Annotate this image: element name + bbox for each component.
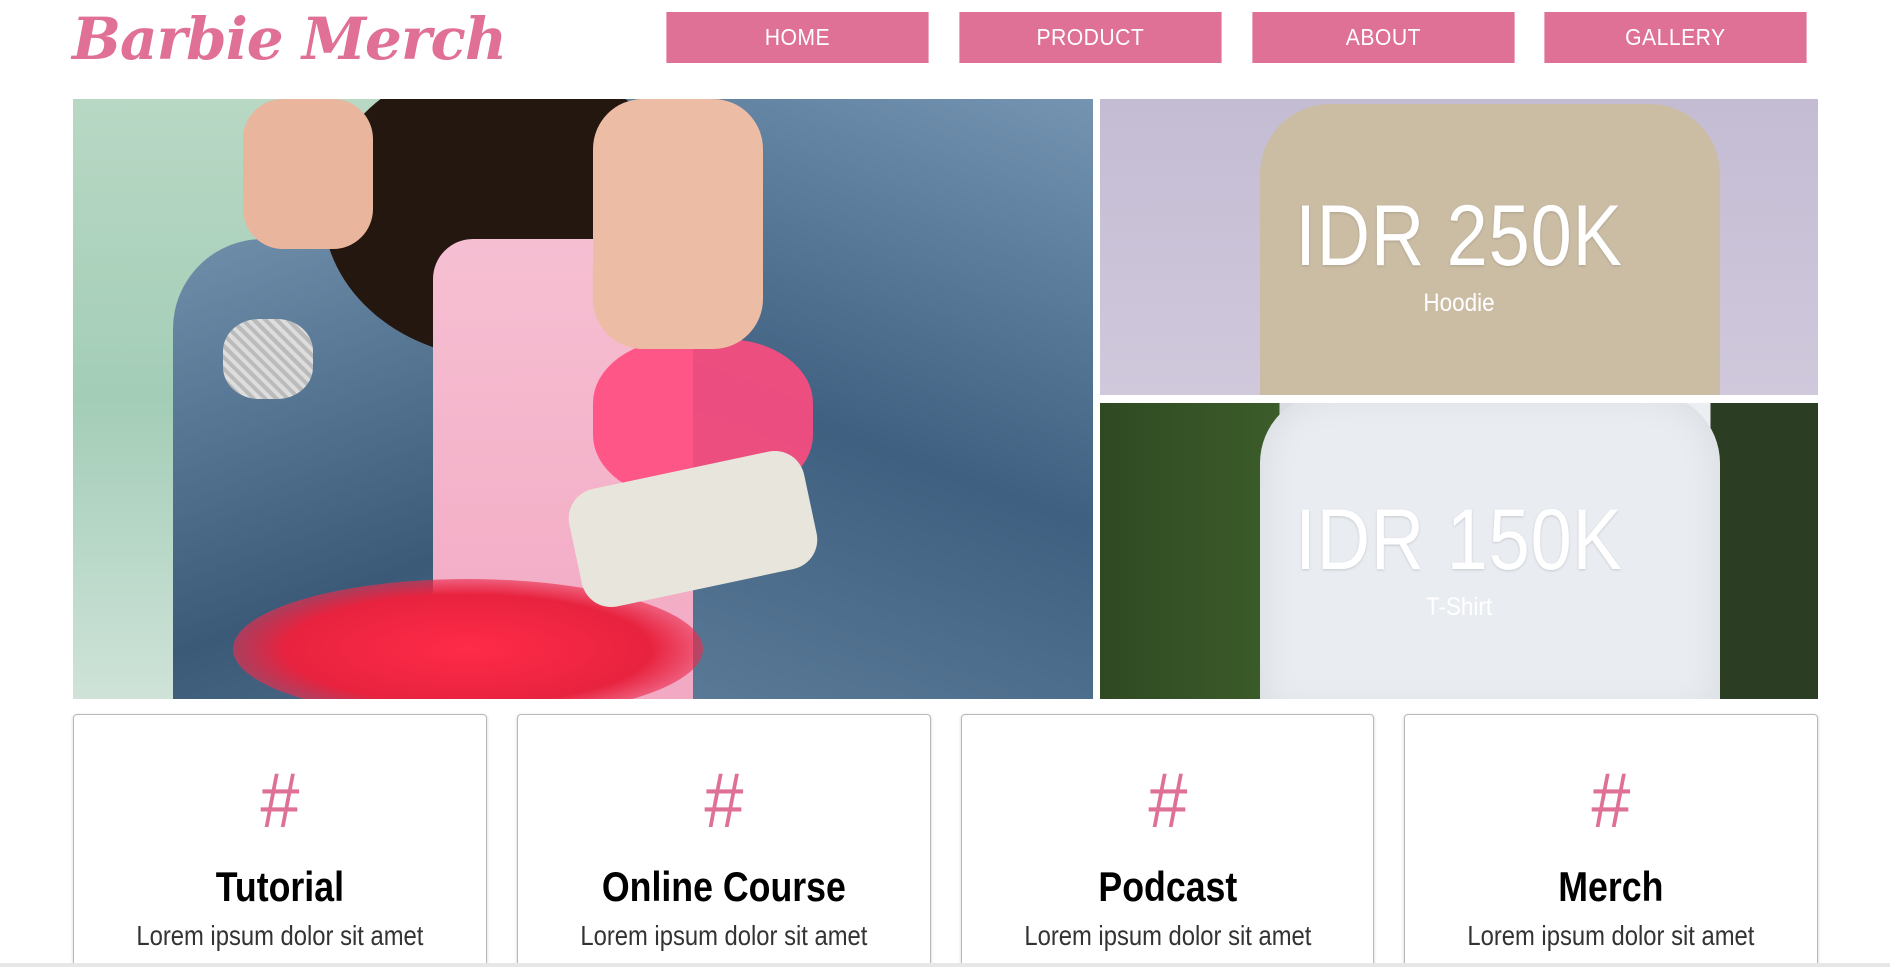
product-card-tshirt[interactable]: IDR 150K T-Shirt	[1100, 403, 1818, 699]
feature-card-merch[interactable]: # Merch Lorem ipsum dolor sit amet	[1404, 714, 1818, 967]
feature-description: Lorem ipsum dolor sit amet	[136, 920, 424, 951]
hero-image	[73, 99, 1093, 699]
nav-gallery-label: GALLERY	[1625, 24, 1726, 50]
feature-title: Tutorial	[215, 863, 344, 910]
brand-logo[interactable]: Barbie Merch	[72, 4, 507, 74]
feature-description: Lorem ipsum dolor sit amet	[1023, 920, 1311, 951]
product-card-hoodie[interactable]: IDR 250K Hoodie	[1100, 99, 1818, 395]
product-name: Hoodie	[1423, 289, 1495, 317]
feature-title: Merch	[1558, 863, 1664, 910]
main-navigation: HOME PRODUCT ABOUT GALLERY	[655, 12, 1818, 63]
feature-description: Lorem ipsum dolor sit amet	[1467, 920, 1755, 951]
hash-icon: #	[1147, 756, 1187, 844]
nav-home-label: HOME	[764, 24, 831, 50]
hash-icon: #	[1591, 756, 1631, 844]
horizontal-scrollbar[interactable]	[0, 963, 1890, 967]
hash-icon: #	[260, 756, 300, 844]
feature-cards: # Tutorial Lorem ipsum dolor sit amet # …	[73, 714, 1818, 967]
feature-title: Online Course	[601, 863, 846, 910]
nav-product-label: PRODUCT	[1036, 24, 1145, 50]
feature-card-tutorial[interactable]: # Tutorial Lorem ipsum dolor sit amet	[73, 714, 487, 967]
nav-about-button[interactable]: ABOUT	[1251, 12, 1514, 63]
feature-description: Lorem ipsum dolor sit amet	[580, 920, 868, 951]
product-price: IDR 250K	[1295, 188, 1623, 284]
nav-home-button[interactable]: HOME	[666, 12, 929, 63]
feature-title: Podcast	[1097, 863, 1237, 910]
product-price: IDR 150K	[1295, 492, 1623, 588]
feature-card-podcast[interactable]: # Podcast Lorem ipsum dolor sit amet	[960, 714, 1375, 967]
nav-about-label: ABOUT	[1345, 24, 1421, 50]
nav-product-button[interactable]: PRODUCT	[959, 12, 1222, 63]
hero-photo	[73, 99, 1093, 699]
hash-icon: #	[704, 756, 744, 844]
feature-card-online-course[interactable]: # Online Course Lorem ipsum dolor sit am…	[516, 714, 931, 967]
nav-gallery-button[interactable]: GALLERY	[1544, 12, 1807, 63]
product-name: T-Shirt	[1425, 593, 1493, 621]
